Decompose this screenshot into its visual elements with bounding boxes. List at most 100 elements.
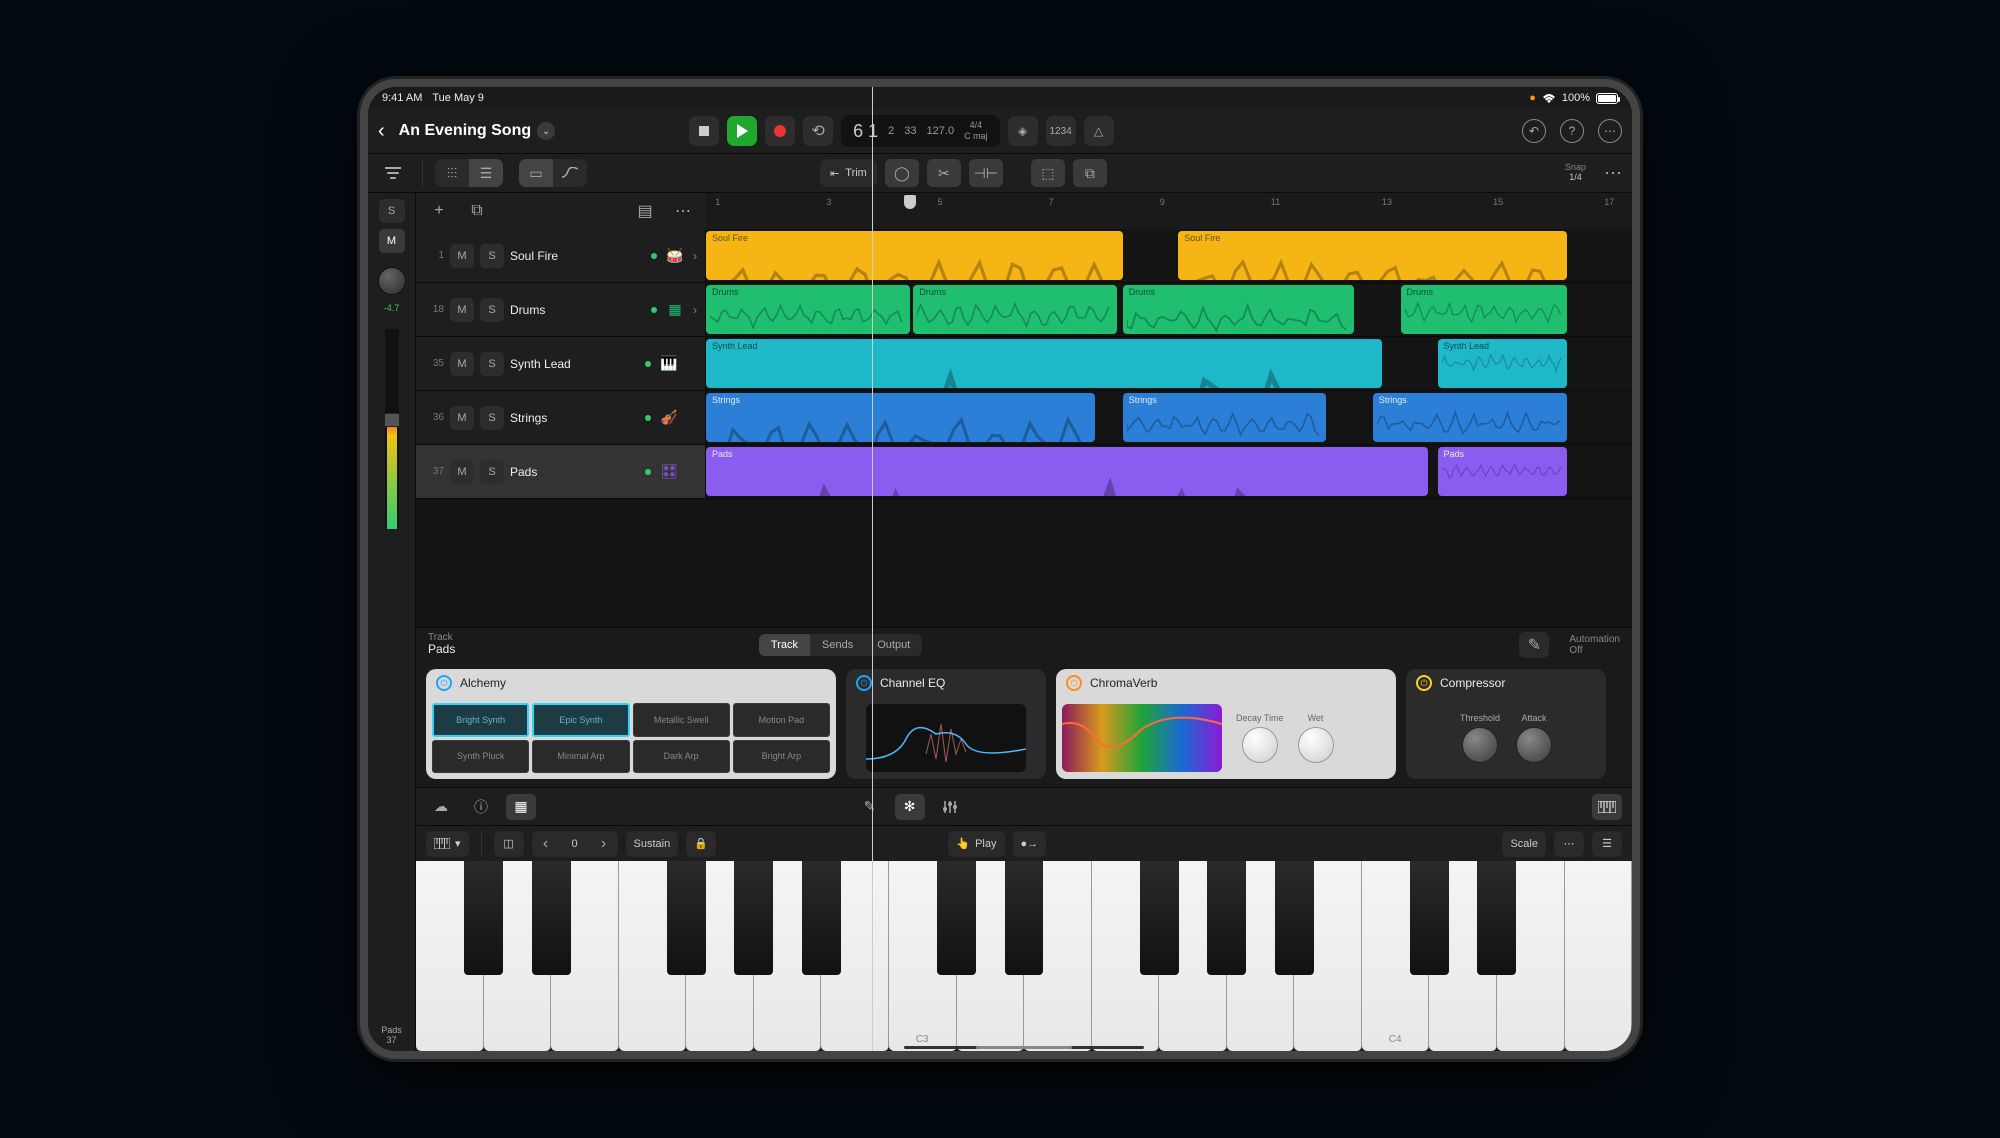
power-icon[interactable]: ⏻ [1066, 675, 1082, 691]
track-row[interactable]: 1MSSoul Fire🥁›Soul FireSoul Fire [416, 229, 1632, 283]
instrument-icon[interactable]: 🎛 [657, 460, 681, 484]
black-key[interactable] [532, 861, 571, 975]
black-key[interactable] [1275, 861, 1314, 975]
loop-tool[interactable]: ◯ [885, 159, 919, 187]
verb-graph[interactable] [1062, 704, 1222, 772]
master-solo[interactable]: S [379, 199, 405, 223]
track-row[interactable]: 18MSDrums▦›DrumsDrumsDrumsDrums [416, 283, 1632, 337]
track-mute[interactable]: M [450, 460, 474, 484]
select-tool[interactable]: ⬚ [1031, 159, 1065, 187]
master-mute[interactable]: M [379, 229, 405, 253]
back-button[interactable]: ‹ [378, 120, 385, 143]
settings-button[interactable]: ⋯ [1598, 119, 1622, 143]
instrument-icon[interactable]: 🎹 [657, 352, 681, 376]
black-key[interactable] [1410, 861, 1449, 975]
chevron-right-icon[interactable]: › [693, 249, 697, 263]
tab-sends[interactable]: Sends [810, 634, 865, 656]
tab-output[interactable]: Output [865, 634, 922, 656]
region[interactable]: Soul Fire [706, 231, 1123, 280]
arpeggiator-button[interactable]: ●→ [1013, 831, 1047, 857]
white-key[interactable] [1565, 861, 1632, 1051]
plugin-chromaverb[interactable]: ⏻ChromaVerb Decay Time Wet [1056, 669, 1396, 779]
scale-button[interactable]: Scale [1502, 831, 1546, 857]
copy-tool[interactable]: ⧉ [1073, 159, 1107, 187]
timeline-ruler[interactable]: 1357911131517 [706, 193, 1632, 229]
threshold-knob[interactable] [1462, 727, 1498, 763]
record-button[interactable] [765, 116, 795, 146]
fader-handle[interactable] [385, 413, 399, 427]
lcd-display[interactable]: 6 1 2 33 127.0 4/4C maj [841, 115, 999, 147]
track-list-button[interactable]: ▤ [632, 198, 658, 224]
preset-cell[interactable]: Minimal Arp [532, 740, 629, 774]
region[interactable]: Pads [1438, 447, 1568, 496]
mixer-icon[interactable] [935, 794, 965, 820]
region[interactable]: Strings [1123, 393, 1327, 442]
automation-view-button[interactable] [553, 159, 587, 187]
track-solo[interactable]: S [480, 352, 504, 376]
instrument-icon[interactable]: 🎻 [657, 406, 681, 430]
tab-track[interactable]: Track [759, 634, 810, 656]
power-icon[interactable]: ⏻ [1416, 675, 1432, 691]
preset-cell[interactable]: Bright Synth [432, 703, 529, 737]
keyboard-minimap[interactable] [904, 1046, 1144, 1049]
preset-cell[interactable]: Synth Pluck [432, 740, 529, 774]
keyboard-type-button[interactable]: ▾ [426, 831, 469, 857]
black-key[interactable] [734, 861, 773, 975]
preset-cell[interactable]: Dark Arp [633, 740, 730, 774]
info-button[interactable]: ⓘ [466, 794, 496, 820]
region[interactable]: Synth Lead [706, 339, 1382, 388]
plugin-compressor[interactable]: ⏻Compressor Threshold Attack [1406, 669, 1606, 779]
undo-button[interactable]: ↶ [1522, 119, 1546, 143]
region[interactable]: Drums [706, 285, 910, 334]
countin-button[interactable]: 1234 [1046, 116, 1076, 146]
track-solo[interactable]: S [480, 406, 504, 430]
preset-cell[interactable]: Motion Pad [733, 703, 830, 737]
black-key[interactable] [667, 861, 706, 975]
preset-cell[interactable]: Bright Arp [733, 740, 830, 774]
attack-knob[interactable] [1516, 727, 1552, 763]
power-icon[interactable]: ⏻ [436, 675, 452, 691]
play-mode-button[interactable]: 👆 Play [948, 831, 1004, 857]
automation-value[interactable]: Off [1569, 645, 1620, 656]
track-solo[interactable]: S [480, 460, 504, 484]
edit-button[interactable]: ✎ [1519, 632, 1549, 658]
track-mute[interactable]: M [450, 406, 474, 430]
preset-cell[interactable]: Metallic Swell [633, 703, 730, 737]
black-key[interactable] [802, 861, 841, 975]
more-button[interactable]: ⋯ [1604, 163, 1624, 184]
track-mute[interactable]: M [450, 298, 474, 322]
preset-cell[interactable]: Epic Synth [532, 703, 629, 737]
sustain-button[interactable]: Sustain [626, 831, 679, 857]
region[interactable]: Strings [706, 393, 1095, 442]
chevron-down-icon[interactable]: ⌄ [537, 122, 555, 140]
list-view-button[interactable]: ☰ [469, 159, 503, 187]
wet-knob[interactable] [1298, 727, 1334, 763]
track-solo[interactable]: S [480, 244, 504, 268]
region-view-button[interactable]: ▭ [519, 159, 553, 187]
add-track-button[interactable]: + [426, 198, 452, 224]
track-row[interactable]: 37MSPads🎛PadsPads [416, 445, 1632, 499]
region[interactable]: Drums [913, 285, 1117, 334]
track-mute[interactable]: M [450, 352, 474, 376]
track-solo[interactable]: S [480, 298, 504, 322]
black-key[interactable] [1140, 861, 1179, 975]
black-key[interactable] [1477, 861, 1516, 975]
filter-icon[interactable] [376, 159, 410, 187]
eq-graph[interactable] [866, 704, 1026, 772]
edit-icon[interactable]: ✎ [855, 794, 885, 820]
smart-controls-button[interactable]: ✻ [895, 794, 925, 820]
plugin-alchemy[interactable]: ⏻Alchemy Bright SynthEpic SynthMetallic … [426, 669, 836, 779]
join-tool[interactable]: ⊣⊢ [969, 159, 1003, 187]
grid-view-button[interactable]: ⫶⫶⫶ [435, 159, 469, 187]
trim-tool[interactable]: ⇤ Trim [820, 159, 877, 187]
master-pan-knob[interactable] [378, 267, 406, 295]
duplicate-track-button[interactable]: ⧉ [464, 198, 490, 224]
snap-setting[interactable]: Snap 1/4 [1565, 163, 1586, 183]
project-title[interactable]: An Evening Song ⌄ [399, 122, 555, 140]
region[interactable]: Pads [706, 447, 1428, 496]
decay-knob[interactable] [1242, 727, 1278, 763]
black-key[interactable] [1005, 861, 1044, 975]
kb-more-button[interactable]: ⋯ [1554, 831, 1584, 857]
black-key[interactable] [1207, 861, 1246, 975]
sound-browser-button[interactable]: ☁ [426, 794, 456, 820]
